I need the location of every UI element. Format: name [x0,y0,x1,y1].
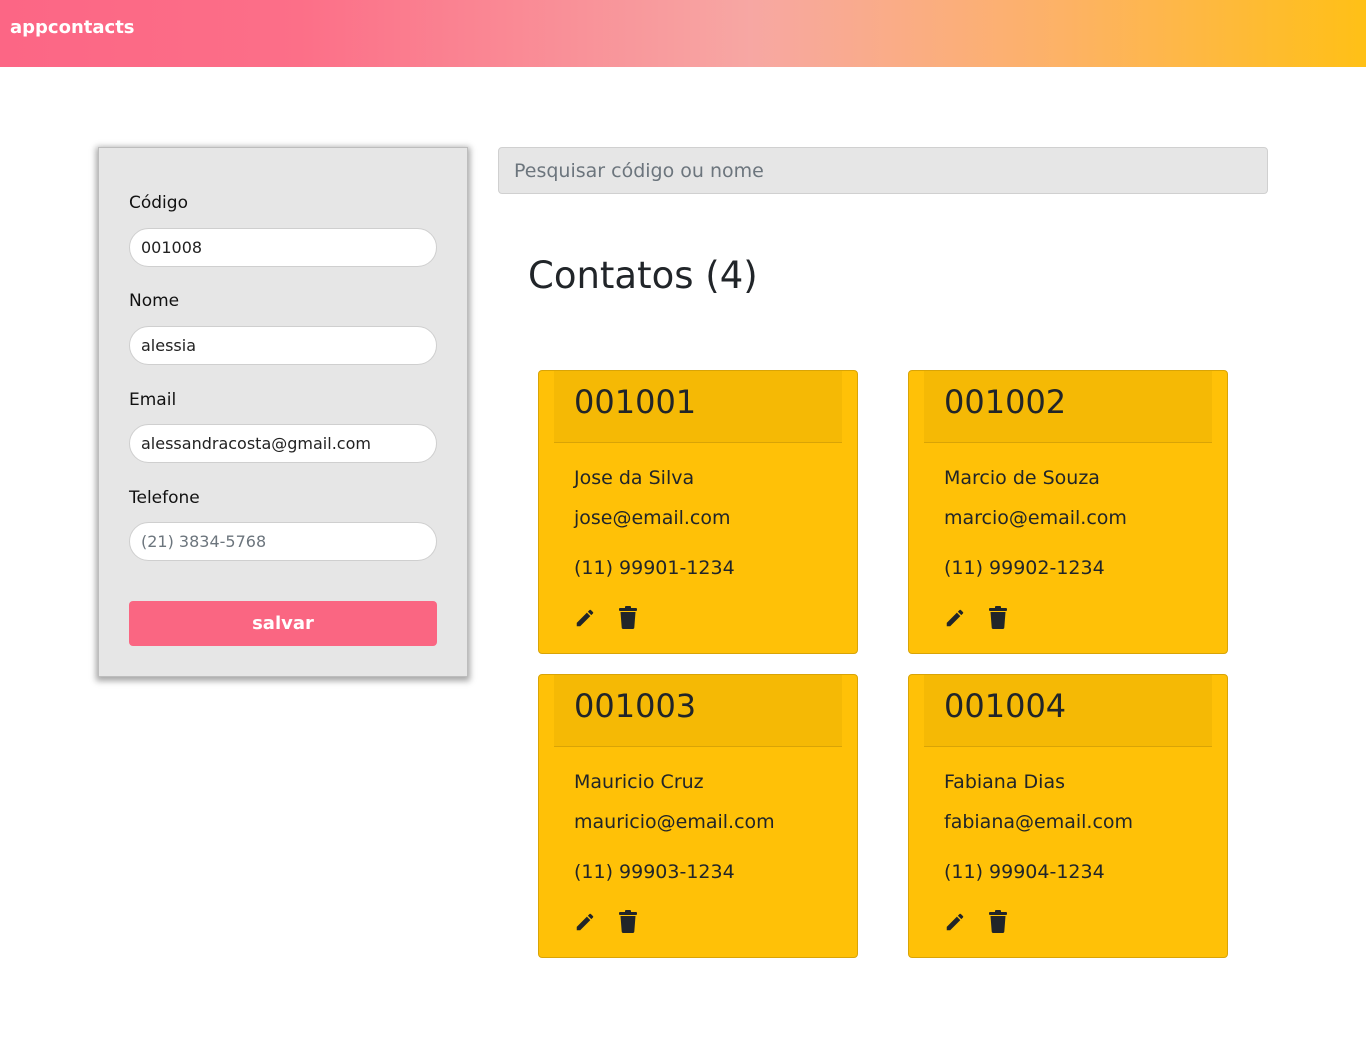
page-title: Contatos (4) [528,254,758,297]
contact-card: 001004 Fabiana Dias fabiana@email.com (1… [908,674,1228,958]
trash-icon[interactable] [989,606,1007,629]
navbar: appcontacts [0,0,1366,67]
contact-card: 001003 Mauricio Cruz mauricio@email.com … [538,674,858,958]
contact-name: Jose da Silva [574,467,695,489]
codigo-label: Código [129,193,188,213]
card-header: 001002 [924,371,1212,443]
contact-card: 001001 Jose da Silva jose@email.com (11)… [538,370,858,654]
contact-code: 001001 [574,383,697,421]
card-header: 001003 [554,675,842,747]
contact-email: fabiana@email.com [944,811,1134,833]
email-input[interactable] [129,424,437,463]
brand-logo[interactable]: appcontacts [10,17,135,38]
contact-code: 001004 [944,687,1067,725]
contact-code: 001003 [574,687,697,725]
codigo-input[interactable] [129,228,437,267]
contact-phone: (11) 99902-1234 [944,557,1105,579]
telefone-input[interactable] [129,522,437,561]
contact-name: Marcio de Souza [944,467,1100,489]
contact-code: 001002 [944,383,1067,421]
contact-phone: (11) 99901-1234 [574,557,735,579]
trash-icon[interactable] [619,910,637,933]
telefone-label: Telefone [129,488,200,508]
contact-email: marcio@email.com [944,507,1127,529]
pencil-icon[interactable] [574,911,596,933]
contact-name: Fabiana Dias [944,771,1065,793]
contact-email: mauricio@email.com [574,811,775,833]
nome-label: Nome [129,291,180,311]
trash-icon[interactable] [989,910,1007,933]
email-label: Email [129,390,177,410]
pencil-icon[interactable] [944,607,966,629]
card-header: 001004 [924,675,1212,747]
contact-name: Mauricio Cruz [574,771,704,793]
pencil-icon[interactable] [944,911,966,933]
pencil-icon[interactable] [574,607,596,629]
contact-phone: (11) 99904-1234 [944,861,1105,883]
save-button[interactable]: salvar [129,601,437,646]
nome-input[interactable] [129,326,437,365]
contact-email: jose@email.com [574,507,731,529]
card-header: 001001 [554,371,842,443]
contact-form: Código Nome Email Telefone salvar [98,147,468,677]
search-input[interactable] [498,147,1268,194]
contact-card: 001002 Marcio de Souza marcio@email.com … [908,370,1228,654]
trash-icon[interactable] [619,606,637,629]
contact-phone: (11) 99903-1234 [574,861,735,883]
